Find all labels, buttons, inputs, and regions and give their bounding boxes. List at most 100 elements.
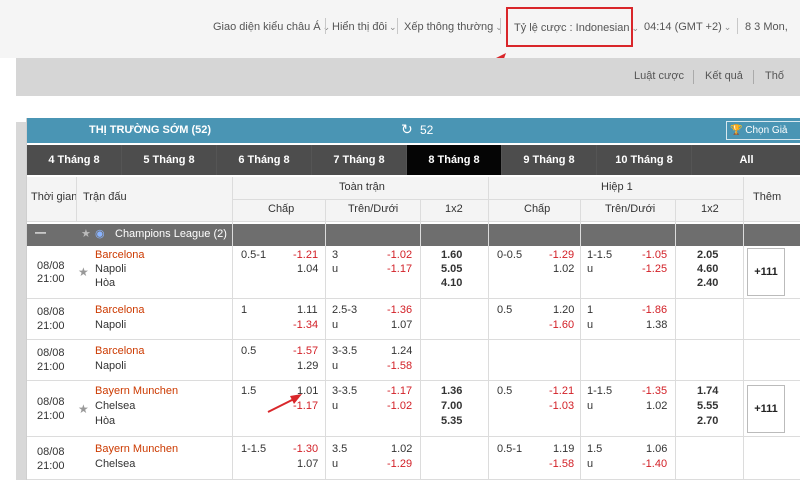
league-row[interactable]: — ★ ◉ Champions League (2): [27, 224, 800, 246]
col-ft-over-under: Trên/Dưới: [348, 203, 399, 215]
ft-handicap-away-odds[interactable]: 1.29: [297, 360, 318, 372]
divider: [397, 18, 398, 34]
ft-handicap-away-odds[interactable]: 1.07: [297, 458, 318, 470]
away-team[interactable]: Chelsea: [95, 458, 135, 470]
away-team[interactable]: Napoli: [95, 360, 126, 372]
star-icon[interactable]: ★: [81, 227, 91, 240]
timezone-dropdown[interactable]: 04:14 (GMT +2) ⌄: [644, 14, 731, 40]
ft-over-odds[interactable]: -1.02: [387, 249, 412, 261]
ft-1x2-away[interactable]: 5.05: [441, 263, 462, 275]
divider: [580, 199, 581, 480]
sort-label: Xếp thông thường: [404, 21, 494, 33]
ft-handicap-away-odds[interactable]: 1.04: [297, 263, 318, 275]
h1-over-odds[interactable]: -1.86: [642, 304, 667, 316]
ft-under-odds[interactable]: -1.17: [387, 263, 412, 275]
ft-under-odds[interactable]: -1.29: [387, 458, 412, 470]
h1-handicap-home-odds[interactable]: 1.20: [553, 304, 574, 316]
tab-aug-9[interactable]: 9 Tháng 8: [502, 145, 597, 175]
h1-handicap-line: 0.5-1: [497, 443, 523, 455]
col-first-half: Hiệp 1: [601, 181, 633, 193]
h1-handicap-home-odds[interactable]: -1.21: [549, 385, 574, 397]
ft-handicap-home-odds[interactable]: 1.11: [297, 304, 318, 316]
h1-over-odds[interactable]: 1.06: [646, 443, 667, 455]
refresh-icon[interactable]: ↻: [401, 121, 413, 138]
home-team[interactable]: Barcelona: [95, 249, 145, 261]
date-label: 8 3 Mon,: [745, 21, 788, 33]
display-dropdown[interactable]: Hiển thị đôi ⌄: [332, 14, 397, 40]
away-team[interactable]: Napoli: [95, 263, 126, 275]
col-full-time: Toàn trận: [339, 181, 385, 193]
ft-handicap-home-odds[interactable]: -1.21: [293, 249, 318, 261]
divider: [232, 177, 233, 480]
h1-under-odds[interactable]: -1.40: [642, 458, 667, 470]
h1-1x2-home[interactable]: 1.74: [697, 385, 718, 397]
h1-ou-line: 1-1.5: [587, 385, 613, 397]
ft-under-odds[interactable]: -1.02: [387, 400, 412, 412]
odds-format-dropdown[interactable]: Tỷ lệ cược : Indonesian ⌄: [514, 15, 639, 41]
home-team[interactable]: Bayern Munchen: [95, 385, 178, 397]
rules-link[interactable]: Luật cược: [634, 70, 684, 82]
star-icon[interactable]: ★: [78, 402, 89, 416]
col-h1-1x2: 1x2: [701, 203, 719, 215]
h1-handicap-home-odds[interactable]: -1.29: [549, 249, 574, 261]
statistics-link[interactable]: Thố: [765, 70, 784, 82]
more-markets-button[interactable]: +111: [747, 385, 785, 433]
h1-handicap-away-odds[interactable]: -1.58: [549, 458, 574, 470]
h1-1x2-draw[interactable]: 2.70: [697, 415, 718, 427]
ft-ou-under-label: u: [332, 360, 339, 372]
h1-under-odds[interactable]: -1.25: [642, 263, 667, 275]
home-team[interactable]: Barcelona: [95, 345, 145, 357]
scrollbar[interactable]: [16, 122, 26, 480]
tab-all[interactable]: All: [692, 145, 800, 175]
tab-aug-5[interactable]: 5 Tháng 8: [122, 145, 217, 175]
settings-bar: Giao diện kiểu châu Á ⌄ Hiển thị đôi ⌄ Xếp…: [0, 0, 800, 58]
chevron-down-icon: ⌄: [322, 22, 331, 32]
tab-aug-8[interactable]: 8 Tháng 8: [407, 145, 502, 175]
tab-aug-6[interactable]: 6 Tháng 8: [217, 145, 312, 175]
away-team[interactable]: Napoli: [95, 319, 126, 331]
ft-over-odds[interactable]: 1.02: [391, 443, 412, 455]
ft-under-odds[interactable]: 1.07: [391, 319, 412, 331]
ft-1x2-home[interactable]: 1.60: [441, 249, 462, 261]
ft-under-odds[interactable]: -1.58: [387, 360, 412, 372]
h1-handicap-away-odds[interactable]: -1.60: [549, 319, 574, 331]
tab-aug-4[interactable]: 4 Tháng 8: [27, 145, 122, 175]
h1-1x2-draw[interactable]: 2.40: [697, 277, 718, 289]
h1-under-odds[interactable]: 1.02: [646, 400, 667, 412]
h1-handicap-home-odds[interactable]: 1.19: [553, 443, 574, 455]
ft-handicap-home-odds[interactable]: -1.57: [293, 345, 318, 357]
globe-icon: ◉: [95, 228, 105, 240]
h1-over-odds[interactable]: -1.35: [642, 385, 667, 397]
h1-handicap-away-odds[interactable]: 1.02: [553, 263, 574, 275]
home-team[interactable]: Bayern Munchen: [95, 443, 178, 455]
choose-league-button[interactable]: 🏆 Chọn Giả: [726, 121, 800, 140]
ft-ou-under-label: u: [332, 458, 339, 470]
away-team[interactable]: Chelsea: [95, 400, 135, 412]
ft-1x2-home[interactable]: 1.36: [441, 385, 462, 397]
ft-over-odds[interactable]: -1.36: [387, 304, 412, 316]
h1-under-odds[interactable]: 1.38: [646, 319, 667, 331]
tab-aug-7[interactable]: 7 Tháng 8: [312, 145, 407, 175]
interface-dropdown[interactable]: Giao diện kiểu châu Á ⌄: [213, 14, 330, 40]
h1-1x2-away[interactable]: 4.60: [697, 263, 718, 275]
ft-handicap-home-odds[interactable]: -1.30: [293, 443, 318, 455]
home-team[interactable]: Barcelona: [95, 304, 145, 316]
h1-handicap-away-odds[interactable]: -1.03: [549, 400, 574, 412]
interface-label: Giao diện kiểu châu Á: [213, 21, 321, 33]
collapse-icon[interactable]: —: [35, 227, 46, 239]
ft-over-odds[interactable]: -1.17: [387, 385, 412, 397]
ft-over-odds[interactable]: 1.24: [391, 345, 412, 357]
h1-1x2-away[interactable]: 5.55: [697, 400, 718, 412]
h1-over-odds[interactable]: -1.05: [642, 249, 667, 261]
ft-1x2-away[interactable]: 7.00: [441, 400, 462, 412]
ft-1x2-draw[interactable]: 5.35: [441, 415, 462, 427]
ft-handicap-away-odds[interactable]: -1.34: [293, 319, 318, 331]
match-row: 08/08 21:00 Barcelona Napoli 1 1.11 -1.3…: [27, 300, 800, 340]
tab-aug-10[interactable]: 10 Tháng 8: [597, 145, 692, 175]
sort-dropdown[interactable]: Xếp thông thường ⌄: [404, 14, 503, 40]
more-markets-button[interactable]: +111: [747, 248, 785, 296]
star-icon[interactable]: ★: [78, 265, 89, 279]
ft-1x2-draw[interactable]: 4.10: [441, 277, 462, 289]
results-link[interactable]: Kết quả: [705, 70, 743, 82]
h1-1x2-home[interactable]: 2.05: [697, 249, 718, 261]
